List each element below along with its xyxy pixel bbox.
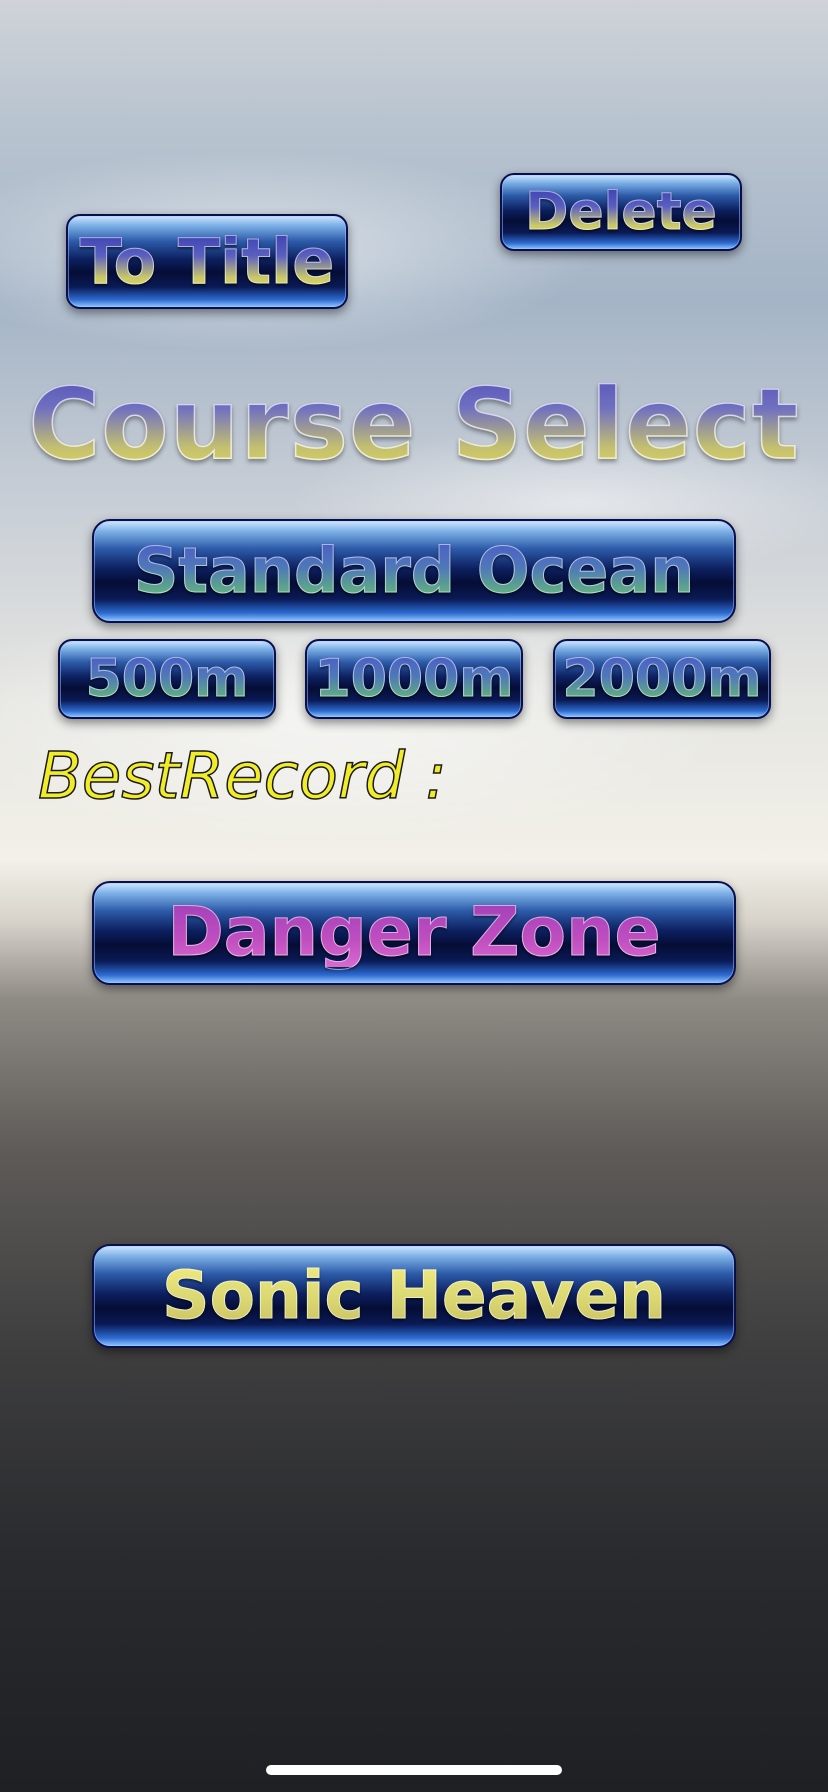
delete-button[interactable]: Delete [500, 173, 742, 251]
danger-zone-button[interactable]: Danger Zone [92, 881, 736, 985]
distance-2000m-button[interactable]: 2000m [553, 639, 771, 719]
distance-2000m-label: 2000m [562, 649, 762, 709]
to-title-button[interactable]: To Title [66, 214, 348, 309]
distance-500m-button[interactable]: 500m [58, 639, 276, 719]
sonic-heaven-button[interactable]: Sonic Heaven [92, 1244, 736, 1348]
to-title-button-label: To Title [79, 224, 335, 298]
distance-500m-label: 500m [85, 649, 249, 709]
standard-ocean-button[interactable]: Standard Ocean [92, 519, 736, 623]
distance-1000m-button[interactable]: 1000m [305, 639, 523, 719]
standard-ocean-button-label: Standard Ocean [133, 534, 695, 607]
distance-1000m-label: 1000m [314, 649, 514, 709]
home-indicator[interactable] [266, 1765, 562, 1775]
best-record-label: BestRecord : [37, 739, 447, 815]
danger-zone-button-label: Danger Zone [167, 893, 661, 972]
page-title: Course Select [0, 367, 828, 483]
sonic-heaven-button-label: Sonic Heaven [162, 1257, 667, 1334]
delete-button-label: Delete [525, 182, 718, 242]
